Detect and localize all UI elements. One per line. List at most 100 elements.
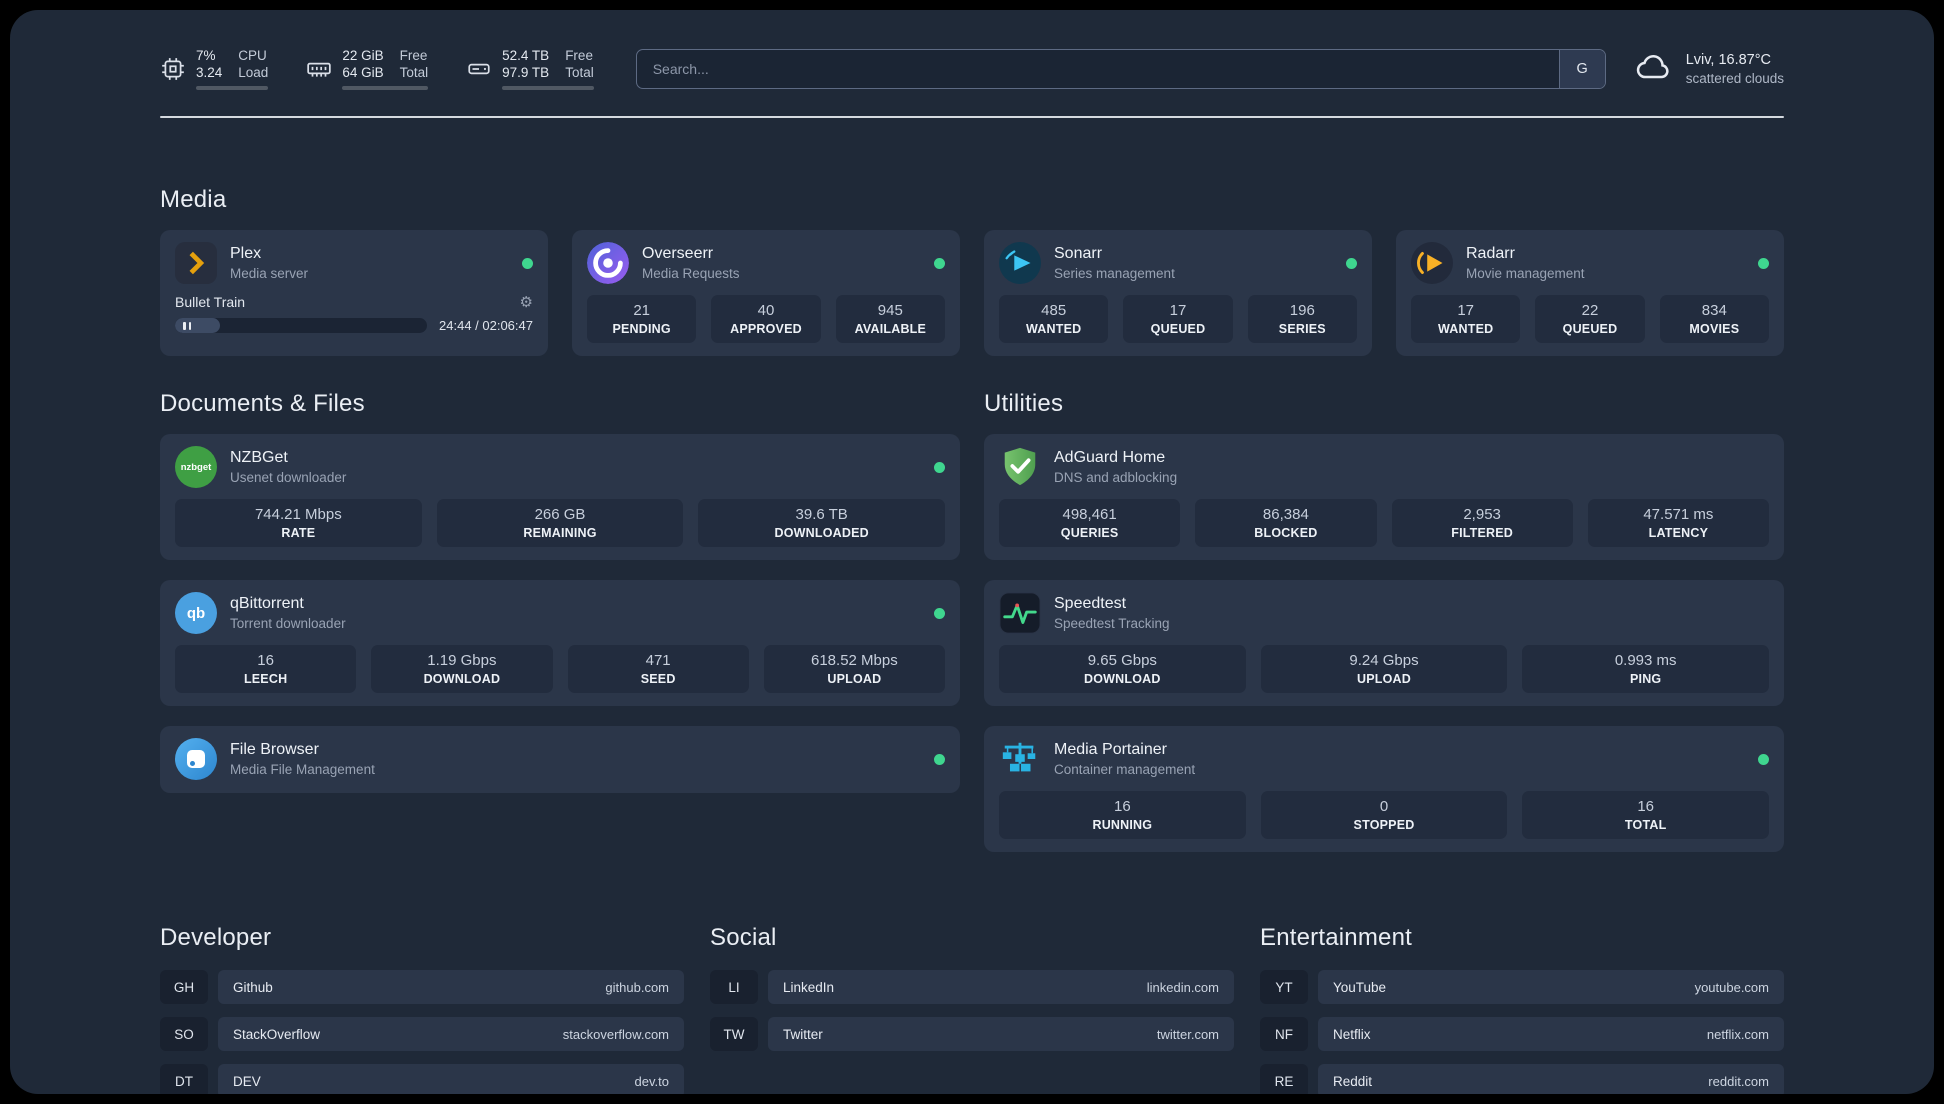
service-name: Sonarr bbox=[1054, 245, 1103, 262]
bookmark-abbr: YT bbox=[1260, 970, 1308, 1004]
bookmark-link[interactable]: LinkedIn linkedin.com bbox=[768, 970, 1234, 1004]
bookmark-link[interactable]: Github github.com bbox=[218, 970, 684, 1004]
stat-value: 86,384 bbox=[1262, 506, 1309, 523]
service-card-nzbget[interactable]: nzbget NZBGet Usenet downloader 744.21 M… bbox=[160, 434, 960, 560]
section-documents: Documents & Files nzbget NZBGet Usenet d… bbox=[160, 390, 960, 872]
search-provider-button[interactable]: G bbox=[1558, 50, 1605, 88]
disk-free-value: 52.4 TB bbox=[502, 48, 550, 63]
stat-value: 21 bbox=[633, 302, 650, 319]
bookmark-linkedin[interactable]: LI LinkedIn linkedin.com bbox=[710, 970, 1234, 1004]
stat-label: AVAILABLE bbox=[854, 322, 927, 336]
section-media: Media Plex Media server Bullet Train ⚙ 2… bbox=[160, 186, 1784, 356]
status-dot bbox=[1758, 753, 1769, 765]
ram-monitor: 22 GiB Free 64 GiB Total bbox=[306, 48, 429, 90]
playback-progress-bar[interactable] bbox=[175, 318, 428, 333]
bookmark-name: DEV bbox=[233, 1073, 261, 1089]
disk-free-label: Free bbox=[565, 48, 593, 63]
stat-tile: 498,461 QUERIES bbox=[999, 499, 1181, 547]
service-card-overseerr[interactable]: Overseerr Media Requests 21 PENDING 40 A… bbox=[572, 230, 960, 356]
stat-label: APPROVED bbox=[730, 322, 802, 336]
stat-value: 16 bbox=[257, 652, 274, 669]
stat-tile: 945 AVAILABLE bbox=[835, 295, 945, 343]
cpu-load-value: 3.24 bbox=[196, 65, 223, 80]
section-title-social: Social bbox=[710, 924, 777, 951]
service-card-sonarr[interactable]: Sonarr Series management 485 WANTED 17 Q… bbox=[984, 230, 1372, 356]
bookmark-name: YouTube bbox=[1333, 979, 1387, 995]
service-card-qbittorrent[interactable]: qb qBittorrent Torrent downloader 16 LEE… bbox=[160, 580, 960, 706]
bookmark-link[interactable]: Twitter twitter.com bbox=[768, 1017, 1234, 1051]
stat-tile: 618.52 Mbps UPLOAD bbox=[763, 645, 945, 693]
service-name: AdGuard Home bbox=[1054, 449, 1166, 466]
stat-value: 17 bbox=[1457, 302, 1474, 319]
stat-label: STOPPED bbox=[1353, 818, 1415, 832]
stat-label: SEED bbox=[640, 672, 676, 686]
bookmark-name: Twitter bbox=[783, 1026, 823, 1042]
service-card-plex[interactable]: Plex Media server Bullet Train ⚙ 24:44 /… bbox=[160, 230, 548, 356]
stat-tile: 196 SERIES bbox=[1247, 295, 1357, 343]
bookmark-youtube[interactable]: YT YouTube youtube.com bbox=[1260, 970, 1784, 1004]
section-title-utilities: Utilities bbox=[984, 390, 1064, 417]
stat-label: WANTED bbox=[1025, 322, 1082, 336]
service-subtitle: Media File Management bbox=[230, 762, 375, 777]
stat-tile: 2,953 FILTERED bbox=[1391, 499, 1573, 547]
bookmark-abbr: RE bbox=[1260, 1064, 1308, 1094]
disk-icon bbox=[466, 56, 492, 82]
status-dot bbox=[934, 461, 945, 473]
stat-value: 618.52 Mbps bbox=[811, 652, 898, 669]
stat-label: LATENCY bbox=[1648, 526, 1709, 540]
bookmark-abbr: DT bbox=[160, 1064, 208, 1094]
service-card-filebrowser[interactable]: File Browser Media File Management bbox=[160, 726, 960, 793]
playback-time: 24:44 / 02:06:47 bbox=[439, 318, 533, 333]
bookmark-netflix[interactable]: NF Netflix netflix.com bbox=[1260, 1017, 1784, 1051]
stat-value: 47.571 ms bbox=[1643, 506, 1714, 523]
bookmark-github[interactable]: GH Github github.com bbox=[160, 970, 684, 1004]
nzbget-icon: nzbget bbox=[175, 446, 217, 488]
bookmark-link[interactable]: DEV dev.to bbox=[218, 1064, 684, 1094]
section-title-documents: Documents & Files bbox=[160, 390, 365, 417]
bookmark-url: reddit.com bbox=[1708, 1073, 1769, 1089]
stat-value: 22 bbox=[1581, 302, 1599, 319]
stat-tile: 22 QUEUED bbox=[1535, 295, 1645, 343]
speedtest-icon bbox=[999, 592, 1041, 634]
search-input[interactable] bbox=[636, 50, 1559, 88]
stat-label: LEECH bbox=[243, 672, 288, 686]
stat-tile: 1.19 Gbps DOWNLOAD bbox=[371, 645, 553, 693]
stat-tile: 40 APPROVED bbox=[711, 295, 821, 343]
stat-tile: 39.6 TB DOWNLOADED bbox=[698, 499, 946, 547]
service-card-portainer[interactable]: Media Portainer Container management 16 … bbox=[984, 726, 1784, 852]
stat-label: BLOCKED bbox=[1254, 526, 1318, 540]
bookmark-link[interactable]: YouTube youtube.com bbox=[1318, 970, 1784, 1004]
stat-value: 17 bbox=[1169, 302, 1187, 319]
stat-label: SERIES bbox=[1278, 322, 1326, 336]
radarr-icon bbox=[1411, 242, 1453, 284]
bookmark-link[interactable]: Reddit reddit.com bbox=[1318, 1064, 1784, 1094]
section-title-media: Media bbox=[160, 186, 227, 213]
bookmark-group-entertainment: Entertainment YT YouTube youtube.com NF … bbox=[1260, 924, 1784, 1094]
bookmark-link[interactable]: Netflix netflix.com bbox=[1318, 1017, 1784, 1051]
stat-label: QUEUED bbox=[1150, 322, 1206, 336]
stat-value: 485 bbox=[1041, 302, 1067, 319]
weather-widget[interactable]: Lviv, 16.87°C scattered clouds bbox=[1634, 47, 1784, 92]
bookmark-link[interactable]: StackOverflow stackoverflow.com bbox=[218, 1017, 684, 1051]
stat-tile: 744.21 Mbps RATE bbox=[175, 499, 422, 547]
service-card-speedtest[interactable]: Speedtest Speedtest Tracking 9.65 Gbps D… bbox=[984, 580, 1784, 706]
service-card-radarr[interactable]: Radarr Movie management 17 WANTED 22 QUE… bbox=[1396, 230, 1784, 356]
stat-tile: 471 SEED bbox=[567, 645, 749, 693]
bookmark-name: Reddit bbox=[1333, 1073, 1373, 1089]
service-name: Plex bbox=[230, 245, 262, 262]
service-card-adguard[interactable]: AdGuard Home DNS and adblocking 498,461 … bbox=[984, 434, 1784, 560]
cloud-icon bbox=[1634, 47, 1674, 92]
stat-value: 196 bbox=[1289, 302, 1315, 319]
stat-value: 471 bbox=[645, 652, 671, 669]
bookmark-twitter[interactable]: TW Twitter twitter.com bbox=[710, 1017, 1234, 1051]
bookmark-dev[interactable]: DT DEV dev.to bbox=[160, 1064, 684, 1094]
gear-icon[interactable]: ⚙ bbox=[520, 295, 533, 310]
weather-location: Lviv, 16.87°C bbox=[1685, 52, 1772, 68]
stat-tile: 266 GB REMAINING bbox=[436, 499, 684, 547]
bookmark-reddit[interactable]: RE Reddit reddit.com bbox=[1260, 1064, 1784, 1094]
stat-value: 16 bbox=[1637, 798, 1655, 815]
bookmark-stackoverflow[interactable]: SO StackOverflow stackoverflow.com bbox=[160, 1017, 684, 1051]
disk-monitor: 52.4 TB Free 97.9 TB Total bbox=[466, 48, 594, 90]
ram-free-value: 22 GiB bbox=[342, 48, 384, 63]
service-subtitle: Speedtest Tracking bbox=[1054, 616, 1170, 631]
